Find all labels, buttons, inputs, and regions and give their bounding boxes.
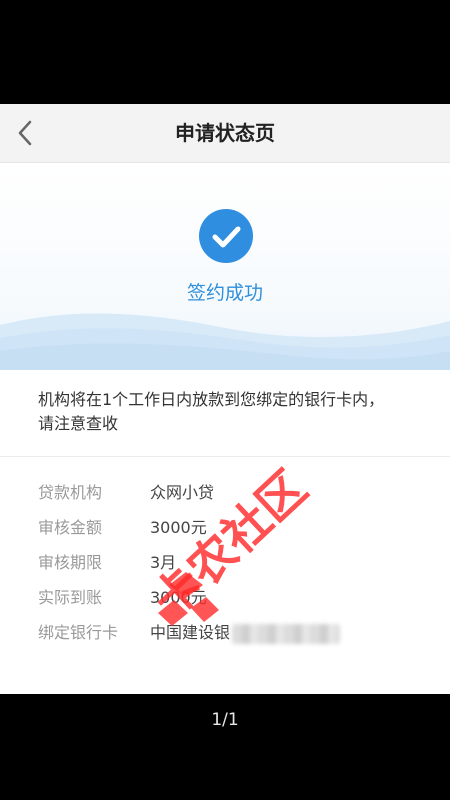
bottom-letterbox: 1/1	[0, 694, 450, 800]
check-circle-icon	[199, 209, 253, 263]
masked-card-number	[232, 623, 341, 644]
page-counter: 1/1	[211, 710, 239, 730]
status-hero: 签约成功	[0, 163, 450, 370]
notice-text: 机构将在1个工作日内放款到您绑定的银行卡内，请注意查收	[38, 390, 385, 433]
detail-row-approved-amount: 审核金额 3000元	[38, 516, 418, 540]
detail-row-bank-card: 绑定银行卡 中国建设银	[38, 621, 418, 645]
notice-section: 机构将在1个工作日内放款到您绑定的银行卡内，请注意查收	[0, 370, 450, 457]
detail-value: 众网小贷	[150, 483, 215, 502]
loan-details: 贷款机构 众网小贷 审核金额 3000元 审核期限 3月 实际到账 3000元 …	[0, 457, 450, 694]
detail-label: 审核期限	[38, 553, 103, 572]
detail-row-term: 审核期限 3月	[38, 551, 418, 575]
screenshot-frame: 申请状态页 签约成功 机构将在1个工作日内放款到您绑定的银行卡内，请注意查收 贷…	[0, 0, 450, 800]
wave-decoration	[0, 313, 450, 370]
status-text: 签约成功	[186, 282, 263, 304]
detail-row-institution: 贷款机构 众网小贷	[38, 481, 418, 505]
detail-value-bank: 中国建设银	[150, 621, 341, 645]
detail-label: 审核金额	[38, 518, 103, 537]
page-title: 申请状态页	[175, 121, 275, 145]
detail-row-received: 实际到账 3000元	[38, 586, 418, 610]
detail-label: 实际到账	[38, 588, 103, 607]
app-screen: 申请状态页 签约成功 机构将在1个工作日内放款到您绑定的银行卡内，请注意查收 贷…	[0, 104, 450, 694]
detail-value: 3000元	[150, 518, 207, 537]
detail-value: 3月	[150, 553, 177, 572]
checkmark-icon	[212, 226, 241, 248]
detail-label: 贷款机构	[38, 483, 103, 502]
top-letterbox	[0, 0, 450, 104]
detail-label: 绑定银行卡	[38, 623, 119, 642]
navigation-bar: 申请状态页	[0, 104, 450, 163]
detail-value: 3000元	[150, 588, 207, 607]
bank-name: 中国建设银	[150, 623, 231, 642]
